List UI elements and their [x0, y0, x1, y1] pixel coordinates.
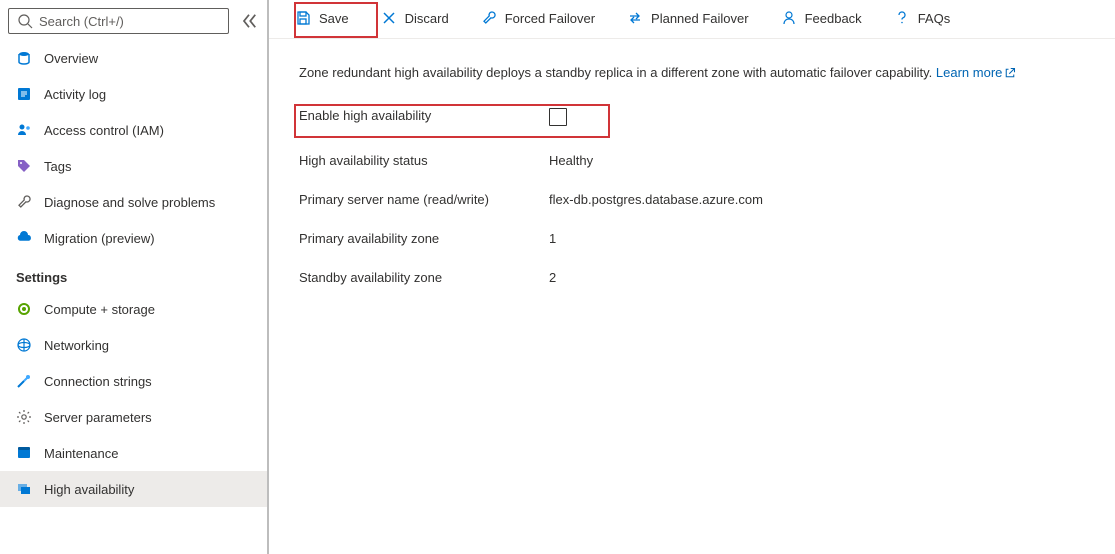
- toolbar-label: Planned Failover: [651, 11, 749, 26]
- feedback-icon: [781, 10, 797, 26]
- sidebar-item-diagnose[interactable]: Diagnose and solve problems: [0, 184, 267, 220]
- tags-icon: [16, 158, 32, 174]
- toolbar-label: Forced Failover: [505, 11, 595, 26]
- high-availability-icon: [16, 481, 32, 497]
- sidebar: Overview Activity log Access control (IA…: [0, 0, 267, 554]
- planned-failover-button[interactable]: Planned Failover: [621, 6, 755, 30]
- question-icon: [894, 10, 910, 26]
- standby-zone-value: 2: [549, 270, 556, 285]
- standby-zone-label: Standby availability zone: [299, 270, 549, 285]
- row-primary-name: Primary server name (read/write) flex-db…: [299, 192, 1085, 207]
- sidebar-item-server-parameters[interactable]: Server parameters: [0, 399, 267, 435]
- nav-list-settings: Compute + storage Networking Connection …: [0, 291, 267, 507]
- sidebar-item-label: Overview: [44, 51, 98, 66]
- save-button[interactable]: Save: [289, 6, 355, 30]
- close-icon: [381, 10, 397, 26]
- sidebar-item-networking[interactable]: Networking: [0, 327, 267, 363]
- primary-zone-label: Primary availability zone: [299, 231, 549, 246]
- primary-name-value: flex-db.postgres.database.azure.com: [549, 192, 763, 207]
- sidebar-item-label: Activity log: [44, 87, 106, 102]
- sidebar-item-label: Networking: [44, 338, 109, 353]
- sidebar-item-tags[interactable]: Tags: [0, 148, 267, 184]
- sidebar-item-migration[interactable]: Migration (preview): [0, 220, 267, 256]
- compute-icon: [16, 301, 32, 317]
- primary-zone-value: 1: [549, 231, 556, 246]
- settings-heading: Settings: [0, 256, 267, 291]
- toolbar-label: Feedback: [805, 11, 862, 26]
- networking-icon: [16, 337, 32, 353]
- wrench-icon: [481, 10, 497, 26]
- ha-status-value: Healthy: [549, 153, 593, 168]
- row-standby-zone: Standby availability zone 2: [299, 270, 1085, 285]
- swap-icon: [627, 10, 643, 26]
- toolbar-label: FAQs: [918, 11, 951, 26]
- row-primary-zone: Primary availability zone 1: [299, 231, 1085, 246]
- activity-log-icon: [16, 86, 32, 102]
- toolbar: Save Discard Forced Failover Planned Fai…: [269, 0, 1115, 39]
- save-icon: [295, 10, 311, 26]
- main-panel: Save Discard Forced Failover Planned Fai…: [267, 0, 1115, 554]
- ha-status-label: High availability status: [299, 153, 549, 168]
- collapse-sidebar-button[interactable]: [239, 11, 259, 31]
- database-icon: [16, 50, 32, 66]
- maintenance-icon: [16, 445, 32, 461]
- toolbar-label: Discard: [405, 11, 449, 26]
- sidebar-item-maintenance[interactable]: Maintenance: [0, 435, 267, 471]
- access-control-icon: [16, 122, 32, 138]
- sidebar-item-high-availability[interactable]: High availability: [0, 471, 267, 507]
- faqs-button[interactable]: FAQs: [888, 6, 957, 30]
- sidebar-item-access-control[interactable]: Access control (IAM): [0, 112, 267, 148]
- toolbar-label: Save: [319, 11, 349, 26]
- migration-icon: [16, 230, 32, 246]
- forced-failover-button[interactable]: Forced Failover: [475, 6, 601, 30]
- search-box[interactable]: [8, 8, 229, 34]
- sidebar-item-label: Compute + storage: [44, 302, 155, 317]
- intro-text: Zone redundant high availability deploys…: [299, 65, 1085, 82]
- sidebar-item-overview[interactable]: Overview: [0, 40, 267, 76]
- row-ha-status: High availability status Healthy: [299, 153, 1085, 168]
- sidebar-item-label: Diagnose and solve problems: [44, 195, 215, 210]
- discard-button[interactable]: Discard: [375, 6, 455, 30]
- feedback-button[interactable]: Feedback: [775, 6, 868, 30]
- row-enable-ha: Enable high availability: [299, 108, 1085, 129]
- sidebar-item-label: Migration (preview): [44, 231, 155, 246]
- primary-name-label: Primary server name (read/write): [299, 192, 549, 207]
- gear-icon: [16, 409, 32, 425]
- nav-list-main: Overview Activity log Access control (IA…: [0, 40, 267, 256]
- enable-ha-checkbox[interactable]: [549, 108, 567, 126]
- external-link-icon: [1004, 67, 1016, 82]
- sidebar-item-activity-log[interactable]: Activity log: [0, 76, 267, 112]
- sidebar-item-label: Tags: [44, 159, 71, 174]
- sidebar-item-label: Maintenance: [44, 446, 118, 461]
- sidebar-item-connection-strings[interactable]: Connection strings: [0, 363, 267, 399]
- sidebar-item-compute-storage[interactable]: Compute + storage: [0, 291, 267, 327]
- sidebar-item-label: High availability: [44, 482, 134, 497]
- search-input[interactable]: [39, 14, 220, 29]
- sidebar-item-label: Access control (IAM): [44, 123, 164, 138]
- search-icon: [17, 13, 33, 29]
- enable-ha-label: Enable high availability: [299, 108, 549, 123]
- content-area: Zone redundant high availability deploys…: [269, 39, 1115, 335]
- sidebar-item-label: Server parameters: [44, 410, 152, 425]
- sidebar-item-label: Connection strings: [44, 374, 152, 389]
- learn-more-link[interactable]: Learn more: [936, 65, 1016, 80]
- connection-icon: [16, 373, 32, 389]
- wrench-icon: [16, 194, 32, 210]
